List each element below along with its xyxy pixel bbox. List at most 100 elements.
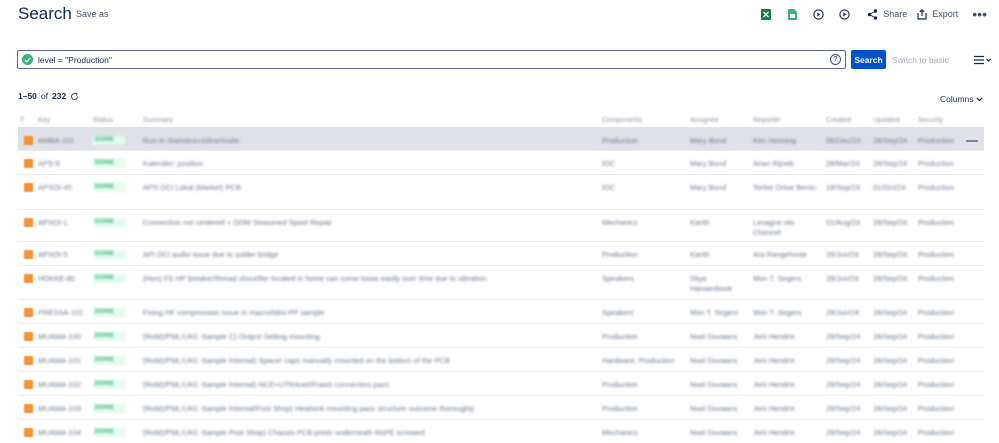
issue-security: Production: [918, 428, 954, 437]
issue-component: Production: [602, 136, 638, 145]
table-row[interactable]: PRESSA-101 DONE Fixing HF compression issu…: [18, 300, 984, 324]
issue-security: Production: [918, 136, 954, 145]
issue-summary[interactable]: (RoM)/PML/UKC Sample Internal/Post Shop)…: [143, 404, 593, 413]
issue-component: IOC: [602, 183, 616, 192]
issue-type-icon: [24, 136, 33, 145]
search-button[interactable]: Search: [851, 50, 886, 69]
issue-assignee: Skye Hansenbook: [690, 274, 733, 293]
table-row[interactable]: APSOI-5 DONE API DCI audio issue due to so…: [18, 242, 984, 266]
issue-summary[interactable]: Run-in Statistics+Inline/Invite: [143, 136, 593, 145]
issue-summary[interactable]: API DCI audio issue due to solder bridge: [143, 250, 593, 259]
column-header[interactable]: Assignee: [690, 117, 719, 124]
issue-type-icon: [24, 218, 33, 227]
issue-component: Production: [602, 380, 638, 389]
issue-type-icon: [24, 274, 33, 283]
table-row[interactable]: MUAMA-102 DONE (RoM)/PML/UKC Sample Intern…: [18, 372, 984, 396]
issue-created: 28/Sep/24: [826, 428, 861, 437]
issues-table: T Key Status Summary Components Assignee Repor…: [18, 114, 984, 443]
issue-security: Production: [918, 183, 954, 192]
column-header[interactable]: T: [20, 117, 24, 124]
table-row[interactable]: APSOI-1 DONE Connection not centered + DOM…: [18, 210, 984, 242]
page-header: Search Save as Share Export •••: [0, 0, 999, 30]
rss-icon[interactable]: [805, 6, 831, 22]
column-header[interactable]: Security: [918, 117, 943, 124]
issue-key[interactable]: MUAMA-103: [38, 404, 88, 413]
issue-key[interactable]: APSOI-5: [38, 250, 88, 259]
jql-search-input[interactable]: level = "Production" ?: [17, 50, 846, 69]
column-header[interactable]: Status: [93, 117, 113, 124]
issue-summary[interactable]: (RoM)/PML/UKC Sample Internal) NCE+UTRAn…: [143, 380, 593, 389]
export-icon: [917, 8, 927, 20]
issue-key[interactable]: MUAMA-101: [38, 356, 88, 365]
view-menu-button[interactable]: [973, 53, 993, 65]
excel-icon[interactable]: [753, 6, 779, 22]
issue-key[interactable]: MUAMA-102: [38, 380, 88, 389]
more-actions-button[interactable]: •••: [972, 7, 987, 21]
issue-key[interactable]: APSOI-1: [38, 218, 88, 227]
issue-reporter: Joni Hendrix: [753, 428, 795, 437]
issue-key[interactable]: AMBA-101: [38, 136, 88, 145]
issue-key[interactable]: MUAMA-104: [38, 428, 88, 437]
save-as-link[interactable]: Save as: [76, 9, 109, 19]
issue-type-icon: [24, 404, 33, 413]
issue-summary[interactable]: Kalender: position: [143, 159, 593, 168]
column-header[interactable]: Key: [38, 117, 50, 124]
issue-updated: 28/Sep/24: [873, 250, 908, 259]
issue-created: 28/Mar/24: [826, 159, 860, 168]
table-row[interactable]: APS-9 DONE Kalender: position IOC Mary Bond A…: [18, 151, 984, 175]
table-row[interactable]: MUAMA-104 DONE (RoM)/PML/UKC Sample Post S…: [18, 420, 984, 443]
issue-type-icon: [24, 332, 33, 341]
status-badge: DONE: [93, 332, 125, 341]
chevron-down-icon: [976, 97, 983, 102]
issue-security: Production: [918, 250, 954, 259]
refresh-icon[interactable]: [70, 92, 79, 101]
issue-component: Production: [602, 250, 638, 259]
share-button[interactable]: Share: [867, 8, 907, 20]
issue-updated: 28/Sep/24: [873, 380, 908, 389]
columns-button[interactable]: Columns: [940, 94, 983, 104]
result-of: of: [40, 91, 49, 101]
issue-key[interactable]: HOKKE-80: [38, 274, 88, 283]
column-header[interactable]: Summary: [143, 117, 173, 124]
issue-key[interactable]: PRESSA-101: [38, 308, 88, 317]
issue-assignee: Mary Bond: [690, 183, 727, 192]
table-row[interactable]: MUAMA-101 DONE (RoM)/PML/UKC Sample Intern…: [18, 348, 984, 372]
issue-key[interactable]: APSOI-45: [38, 183, 88, 192]
export-label: Export: [932, 9, 959, 19]
table-row[interactable]: AMBA-101 DONE Run-in Statistics+Inline/Inv…: [18, 128, 984, 151]
export-button[interactable]: Export: [917, 8, 959, 20]
issue-created: 18/Sep/24: [826, 183, 861, 192]
column-header[interactable]: Components: [602, 117, 642, 124]
column-header[interactable]: Reporter: [753, 117, 780, 124]
issue-component: Speakers: [602, 308, 634, 317]
issue-security: Production: [918, 218, 954, 227]
switch-to-basic-link[interactable]: Switch to basic: [892, 55, 949, 65]
issue-component: Mechanics: [602, 428, 638, 437]
issue-summary[interactable]: (RoM)/PML/UKC Sample C) Output Setting m…: [143, 332, 593, 341]
issue-key[interactable]: APS-9: [38, 159, 88, 168]
issue-summary[interactable]: (Hon) FS HP breaker/thread shout/ller lo…: [143, 274, 593, 283]
column-header[interactable]: Created: [826, 117, 851, 124]
sheet-icon[interactable]: [779, 6, 805, 22]
jql-query-text[interactable]: level = "Production": [38, 55, 112, 65]
issue-updated: 28/Sep/24: [873, 332, 908, 341]
issue-summary[interactable]: Connection not centered + DOM Seasoned S…: [143, 218, 593, 227]
issue-key[interactable]: MUAMA-100: [38, 332, 88, 341]
table-row[interactable]: MUAMA-100 DONE (RoM)/PML/UKC Sample C) Out…: [18, 324, 984, 348]
issue-summary[interactable]: APS-DCI Lokal (Market) PCB: [143, 183, 593, 192]
status-badge: DONE: [93, 356, 125, 365]
table-row[interactable]: APSOI-45 DONE APS-DCI Lokal (Market) PCB IO…: [18, 175, 984, 210]
column-header[interactable]: Updated: [873, 117, 899, 124]
issue-summary[interactable]: Fixing HF compression issue in macro/Min…: [143, 308, 593, 317]
issue-summary[interactable]: (RoM)/PML/UKC Sample Internal) Spacer ca…: [143, 356, 593, 365]
help-icon[interactable]: ?: [830, 54, 841, 65]
rss-comments-icon[interactable]: [831, 6, 857, 22]
table-row[interactable]: MUAMA-103 DONE (RoM)/PML/UKC Sample Intern…: [18, 396, 984, 420]
issue-security: Production: [918, 356, 954, 365]
issue-summary[interactable]: (RoM)/PML/UKC Sample Post Shop) Chassis …: [143, 428, 593, 437]
issue-assignee: Noel Duvaans: [690, 332, 738, 341]
row-actions-icon[interactable]: [966, 140, 978, 142]
issue-assignee: Noel Duvaans: [690, 428, 738, 437]
issue-component: Hardware, Production: [602, 356, 675, 365]
table-row[interactable]: HOKKE-80 DONE (Hon) FS HP breaker/thread s…: [18, 266, 984, 300]
